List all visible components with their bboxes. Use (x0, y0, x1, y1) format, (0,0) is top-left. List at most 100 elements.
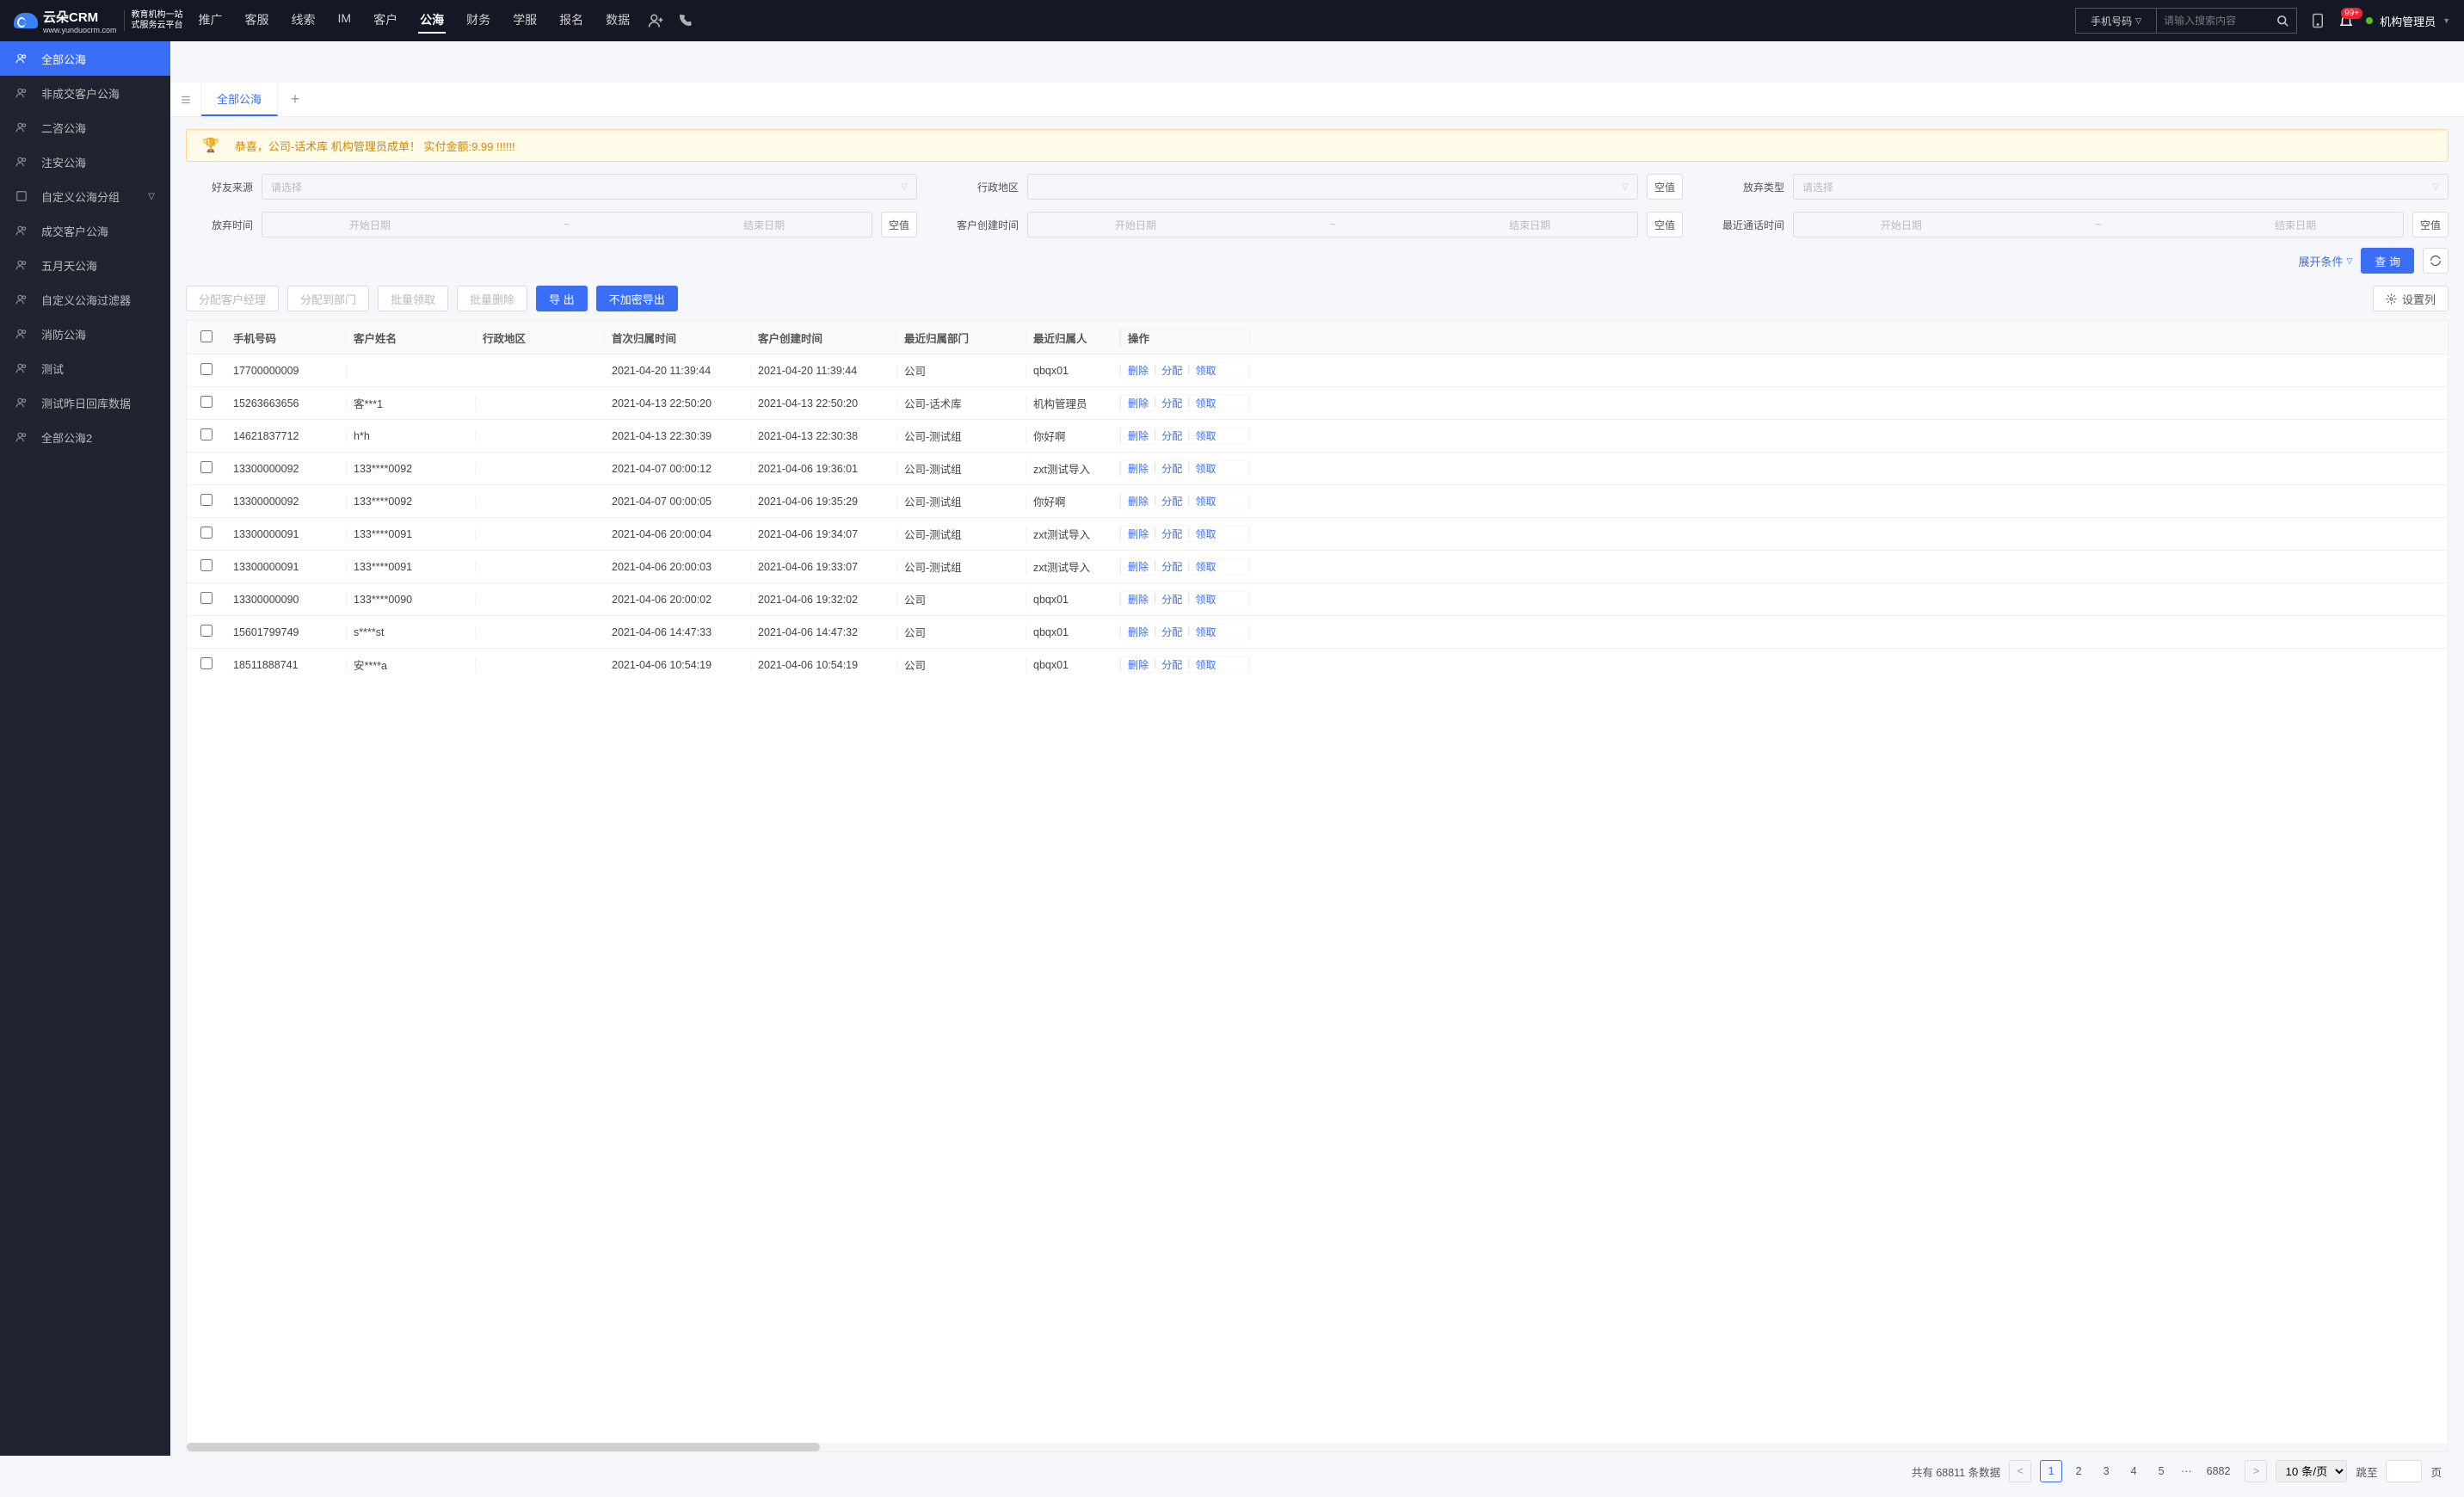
row-take-link[interactable]: 领取 (1196, 592, 1217, 607)
nav-item[interactable]: 公海 (418, 8, 446, 34)
nav-item[interactable]: 报名 (557, 8, 585, 34)
row-assign-link[interactable]: 分配 (1161, 363, 1182, 378)
row-take-link[interactable]: 领取 (1196, 527, 1217, 541)
row-checkbox[interactable] (200, 494, 213, 506)
row-checkbox[interactable] (200, 625, 213, 637)
last-call-null-button[interactable]: 空值 (2412, 212, 2449, 237)
page-number[interactable]: 1 (2040, 1460, 2062, 1482)
row-assign-link[interactable]: 分配 (1161, 559, 1182, 574)
nav-item[interactable]: IM (336, 8, 354, 34)
row-delete-link[interactable]: 删除 (1128, 363, 1149, 378)
next-page-button[interactable]: > (2245, 1460, 2267, 1482)
row-assign-link[interactable]: 分配 (1161, 625, 1182, 639)
row-assign-link[interactable]: 分配 (1161, 461, 1182, 476)
row-delete-link[interactable]: 删除 (1128, 461, 1149, 476)
row-checkbox[interactable] (200, 657, 213, 669)
sidebar-item[interactable]: 全部公海 (0, 41, 170, 76)
row-checkbox[interactable] (200, 592, 213, 604)
row-checkbox[interactable] (200, 527, 213, 539)
row-take-link[interactable]: 领取 (1196, 657, 1217, 672)
row-assign-link[interactable]: 分配 (1161, 592, 1182, 607)
row-take-link[interactable]: 领取 (1196, 428, 1217, 443)
sidebar-item[interactable]: 五月天公海 (0, 248, 170, 282)
row-take-link[interactable]: 领取 (1196, 559, 1217, 574)
jump-page-input[interactable] (2386, 1460, 2422, 1482)
export-button[interactable]: 导 出 (536, 286, 588, 311)
assign-dept-button[interactable]: 分配到部门 (287, 286, 369, 311)
row-delete-link[interactable]: 删除 (1128, 625, 1149, 639)
query-button[interactable]: 查 询 (2361, 248, 2414, 274)
row-assign-link[interactable]: 分配 (1161, 396, 1182, 410)
sidebar-item[interactable]: 自定义公海分组▽ (0, 179, 170, 213)
abandon-time-null-button[interactable]: 空值 (881, 212, 917, 237)
horizontal-scrollbar[interactable] (187, 1443, 2448, 1451)
nav-item[interactable]: 数据 (604, 8, 631, 34)
nav-item[interactable]: 推广 (197, 8, 225, 34)
row-checkbox[interactable] (200, 396, 213, 408)
batch-delete-button[interactable]: 批量删除 (457, 286, 527, 311)
sidebar-item[interactable]: 非成交客户公海 (0, 76, 170, 110)
row-take-link[interactable]: 领取 (1196, 461, 1217, 476)
row-take-link[interactable]: 领取 (1196, 625, 1217, 639)
expand-filters-link[interactable]: 展开条件▽ (2298, 253, 2352, 269)
set-columns-button[interactable]: 设置列 (2373, 286, 2449, 311)
page-size-select[interactable]: 10 条/页 (2276, 1460, 2347, 1482)
sidebar-item[interactable]: 自定义公海过滤器 (0, 282, 170, 317)
sidebar-item[interactable]: 注安公海 (0, 145, 170, 179)
friend-source-select[interactable]: 请选择▽ (262, 174, 917, 200)
row-delete-link[interactable]: 删除 (1128, 592, 1149, 607)
add-user-icon[interactable] (647, 12, 664, 29)
page-number[interactable]: 2 (2067, 1460, 2090, 1482)
sidebar-item[interactable]: 全部公海2 (0, 420, 170, 454)
phone-icon[interactable] (676, 12, 693, 29)
search-button[interactable] (2269, 9, 2296, 33)
tablet-icon[interactable] (2309, 12, 2326, 29)
search-type-select[interactable]: 手机号码▽ (2076, 9, 2157, 33)
tabs-collapse-icon[interactable] (170, 83, 201, 116)
user-menu[interactable]: 机构管理员 ▼ (2366, 13, 2450, 29)
logo[interactable]: 云朵CRM www.yunduocrm.com 教育机构一站式服务云平台 (14, 8, 183, 34)
row-delete-link[interactable]: 删除 (1128, 396, 1149, 410)
tab-all-sea[interactable]: 全部公海 (201, 83, 278, 116)
nav-item[interactable]: 线索 (290, 8, 317, 34)
sidebar-item[interactable]: 测试 (0, 351, 170, 385)
create-time-null-button[interactable]: 空值 (1647, 212, 1683, 237)
page-number[interactable]: 5 (2150, 1460, 2172, 1482)
row-take-link[interactable]: 领取 (1196, 363, 1217, 378)
row-delete-link[interactable]: 删除 (1128, 559, 1149, 574)
refresh-button[interactable] (2423, 248, 2449, 274)
row-checkbox[interactable] (200, 428, 213, 440)
nav-item[interactable]: 财务 (465, 8, 492, 34)
abandon-time-range[interactable]: 开始日期~结束日期 (262, 212, 872, 237)
batch-take-button[interactable]: 批量领取 (378, 286, 448, 311)
row-assign-link[interactable]: 分配 (1161, 657, 1182, 672)
prev-page-button[interactable]: < (2009, 1460, 2031, 1482)
sidebar-item[interactable]: 二咨公海 (0, 110, 170, 145)
row-assign-link[interactable]: 分配 (1161, 428, 1182, 443)
last-call-range[interactable]: 开始日期~结束日期 (1793, 212, 2404, 237)
row-take-link[interactable]: 领取 (1196, 494, 1217, 508)
row-assign-link[interactable]: 分配 (1161, 527, 1182, 541)
export-plain-button[interactable]: 不加密导出 (596, 286, 678, 311)
nav-item[interactable]: 学服 (511, 8, 539, 34)
row-delete-link[interactable]: 删除 (1128, 527, 1149, 541)
row-take-link[interactable]: 领取 (1196, 396, 1217, 410)
region-null-button[interactable]: 空值 (1647, 174, 1683, 200)
create-time-range[interactable]: 开始日期~结束日期 (1027, 212, 1638, 237)
row-delete-link[interactable]: 删除 (1128, 494, 1149, 508)
nav-item[interactable]: 客户 (372, 8, 399, 34)
tab-add-button[interactable]: + (278, 83, 312, 116)
search-input[interactable] (2157, 9, 2269, 33)
region-select[interactable]: ▽ (1027, 174, 1638, 200)
page-number[interactable]: 3 (2095, 1460, 2117, 1482)
sidebar-item[interactable]: 消防公海 (0, 317, 170, 351)
last-page-button[interactable]: 6882 (2201, 1460, 2237, 1482)
sidebar-item[interactable]: 成交客户公海 (0, 213, 170, 248)
select-all-checkbox[interactable] (200, 330, 213, 342)
assign-manager-button[interactable]: 分配客户经理 (186, 286, 279, 311)
page-number[interactable]: 4 (2122, 1460, 2145, 1482)
abandon-type-select[interactable]: 请选择▽ (1793, 174, 2449, 200)
notification-bell[interactable]: 99+ (2338, 13, 2354, 28)
row-assign-link[interactable]: 分配 (1161, 494, 1182, 508)
sidebar-item[interactable]: 测试昨日回库数据 (0, 385, 170, 420)
